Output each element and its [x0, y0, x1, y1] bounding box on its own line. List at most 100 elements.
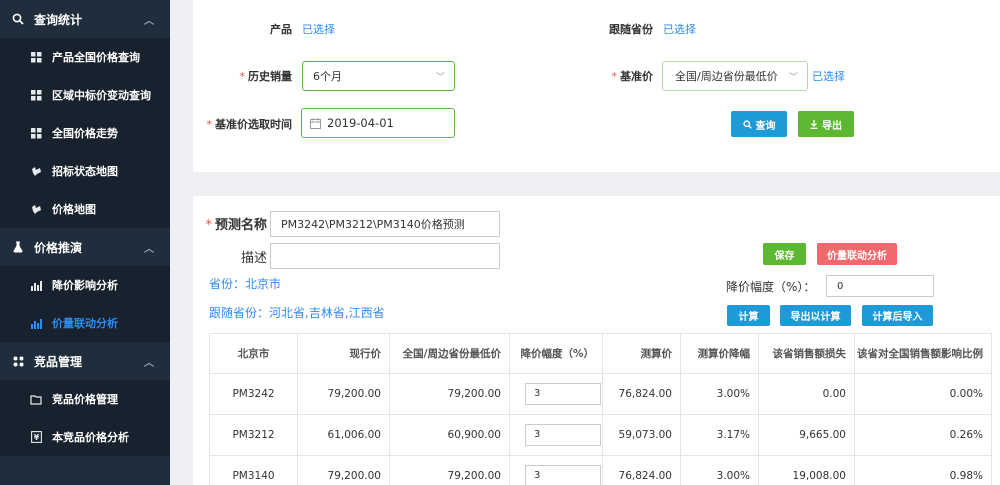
sidebar-item-label: 产品全国价格查询	[52, 51, 140, 64]
chevron-up-icon: ︿	[144, 358, 154, 369]
map-icon	[30, 166, 42, 177]
chevron-down-icon: ﹀	[435, 73, 445, 83]
sidebar-item-price-volume-linkage[interactable]: 价量联动分析	[0, 304, 170, 342]
column-header: 测算价降幅	[680, 333, 759, 374]
sidebar-item-national-trend[interactable]: 全国价格走势	[0, 114, 170, 152]
discount-cell: 3	[509, 414, 603, 456]
nav-group-label: 查询统计	[34, 12, 83, 27]
sidebar: 查询统计 ︿ 产品全国价格查询 区域中标价变动查询 全国价格走势 招标状态地图 …	[0, 0, 170, 485]
lowest-price-cell: 79,200.00	[389, 455, 510, 485]
folder-icon	[30, 394, 42, 405]
nav-group-query-stats[interactable]: 查询统计 ︿	[0, 0, 170, 38]
calc-then-import-button[interactable]: 计算后导入	[862, 305, 933, 326]
forecast-name-label: * 预测名称	[205, 218, 267, 233]
calc-then-import-label: 计算后导入	[872, 312, 923, 323]
column-header: 全国/周边省份最低价	[389, 333, 510, 374]
calc-drop-cell: 3.00%	[680, 455, 759, 485]
sales-loss-cell: 19,008.00	[758, 455, 855, 485]
table-header-row: 北京市 现行价 全国/周边省份最低价 降价幅度（%） 测算价 测算价降幅 该省销…	[209, 333, 992, 374]
column-header: 该省销售额损失	[758, 333, 855, 374]
impact-ratio-cell: 0.00%	[854, 373, 992, 415]
sidebar-item-label: 价格地图	[52, 203, 96, 216]
price-volume-analysis-button[interactable]: 价量联动分析	[817, 243, 897, 265]
export-for-calc-button[interactable]: 导出以计算	[780, 305, 851, 326]
forecast-name-input[interactable]: PM3242\PM3212\PM3140价格预测	[270, 211, 500, 237]
discount-value: 0	[837, 280, 844, 292]
base-price-selected-link[interactable]: 已选择	[812, 68, 845, 84]
chevron-up-icon: ︿	[144, 244, 154, 255]
sidebar-item-label: 区域中标价变动查询	[52, 89, 151, 102]
current-price-cell: 79,200.00	[297, 373, 390, 415]
history-sales-select[interactable]: 6个月 ﹀	[302, 61, 455, 91]
calc-price-cell: 76,824.00	[602, 373, 681, 415]
discount-cell: 3	[509, 455, 603, 485]
sidebar-item-national-price-query[interactable]: 产品全国价格查询	[0, 38, 170, 76]
sales-loss-cell: 9,665.00	[758, 414, 855, 456]
product-code-cell: PM3140	[209, 455, 298, 485]
row-discount-input[interactable]: 3	[525, 465, 601, 485]
forecast-table: 北京市 现行价 全国/周边省份最低价 降价幅度（%） 测算价 测算价降幅 该省销…	[209, 333, 992, 485]
export-button[interactable]: 导出	[798, 111, 854, 137]
calc-drop-cell: 3.00%	[680, 373, 759, 415]
search-icon	[12, 13, 24, 25]
save-button-label: 保存	[774, 250, 795, 262]
chevron-down-icon: ﹀	[788, 73, 798, 83]
chart-icon	[30, 318, 42, 329]
sidebar-item-label: 本竞品价格分析	[52, 431, 129, 444]
calc-drop-cell: 3.17%	[680, 414, 759, 456]
grid-icon	[30, 89, 42, 101]
row-discount-input[interactable]: 3	[525, 383, 601, 405]
sidebar-item-competitor-price-analysis[interactable]: ¥ 本竞品价格分析	[0, 418, 170, 456]
base-price-label: * 基准价	[611, 70, 654, 83]
follow-province-text: 跟随省份：河北省,吉林省,江西省	[209, 306, 385, 320]
history-sales-value: 6个月	[313, 70, 342, 83]
follow-province-selected-link[interactable]: 已选择	[663, 21, 696, 37]
impact-ratio-cell: 0.26%	[854, 414, 992, 456]
product-label: 产品	[270, 23, 292, 36]
chevron-up-icon: ︿	[144, 16, 154, 27]
query-button[interactable]: 查询	[731, 111, 787, 137]
history-sales-label: * 历史销量	[239, 70, 293, 83]
sales-loss-cell: 0.00	[758, 373, 855, 415]
sidebar-item-label: 价量联动分析	[52, 317, 118, 330]
base-time-label: * 基准价选取时间	[206, 118, 293, 131]
calendar-icon	[310, 117, 321, 129]
follow-province-label: 跟随省份	[609, 23, 653, 36]
sidebar-item-competitor-price-mgmt[interactable]: 竞品价格管理	[0, 380, 170, 418]
sidebar-item-discount-impact[interactable]: 降价影响分析	[0, 266, 170, 304]
price-volume-analysis-label: 价量联动分析	[827, 250, 887, 262]
lowest-price-cell: 60,900.00	[389, 414, 510, 456]
sidebar-item-regional-bid-query[interactable]: 区域中标价变动查询	[0, 76, 170, 114]
sidebar-item-label: 竞品价格管理	[52, 393, 118, 406]
impact-ratio-cell: 0.98%	[854, 455, 992, 485]
calculate-button[interactable]: 计算	[727, 305, 770, 326]
product-selected-link[interactable]: 已选择	[302, 21, 335, 37]
download-icon	[810, 119, 818, 129]
current-price-cell: 61,006.00	[297, 414, 390, 456]
discount-label: 降价幅度（%）：	[726, 280, 816, 294]
sidebar-item-price-map[interactable]: 价格地图	[0, 190, 170, 228]
svg-text:¥: ¥	[33, 433, 39, 442]
map-icon	[30, 204, 42, 215]
save-button[interactable]: 保存	[763, 243, 806, 265]
flask-icon	[12, 241, 24, 253]
export-button-label: 导出	[822, 120, 842, 132]
row-discount-input[interactable]: 3	[525, 424, 601, 446]
lowest-price-cell: 79,200.00	[389, 373, 510, 415]
sidebar-item-bid-status-map[interactable]: 招标状态地图	[0, 152, 170, 190]
column-header: 测算价	[602, 333, 681, 374]
nav-group-label: 竞品管理	[34, 354, 83, 369]
nav-group-price-deduction[interactable]: 价格推演 ︿	[0, 228, 170, 266]
table-row: PM3140 79,200.00 79,200.00 3 76,824.00 3…	[209, 455, 992, 485]
calculate-button-label: 计算	[738, 312, 759, 323]
query-button-label: 查询	[755, 120, 776, 132]
discount-input[interactable]: 0	[826, 275, 934, 297]
export-for-calc-label: 导出以计算	[790, 312, 841, 323]
nav-group-competitor-mgmt[interactable]: 竞品管理 ︿	[0, 342, 170, 380]
description-label: 描述	[241, 251, 268, 266]
base-price-select[interactable]: 全国/周边省份最低价 ﹀	[662, 61, 808, 91]
base-time-datepicker[interactable]: 2019-04-01	[301, 108, 455, 138]
column-header: 北京市	[209, 333, 298, 374]
discount-cell: 3	[509, 373, 603, 415]
description-input[interactable]	[270, 243, 500, 269]
